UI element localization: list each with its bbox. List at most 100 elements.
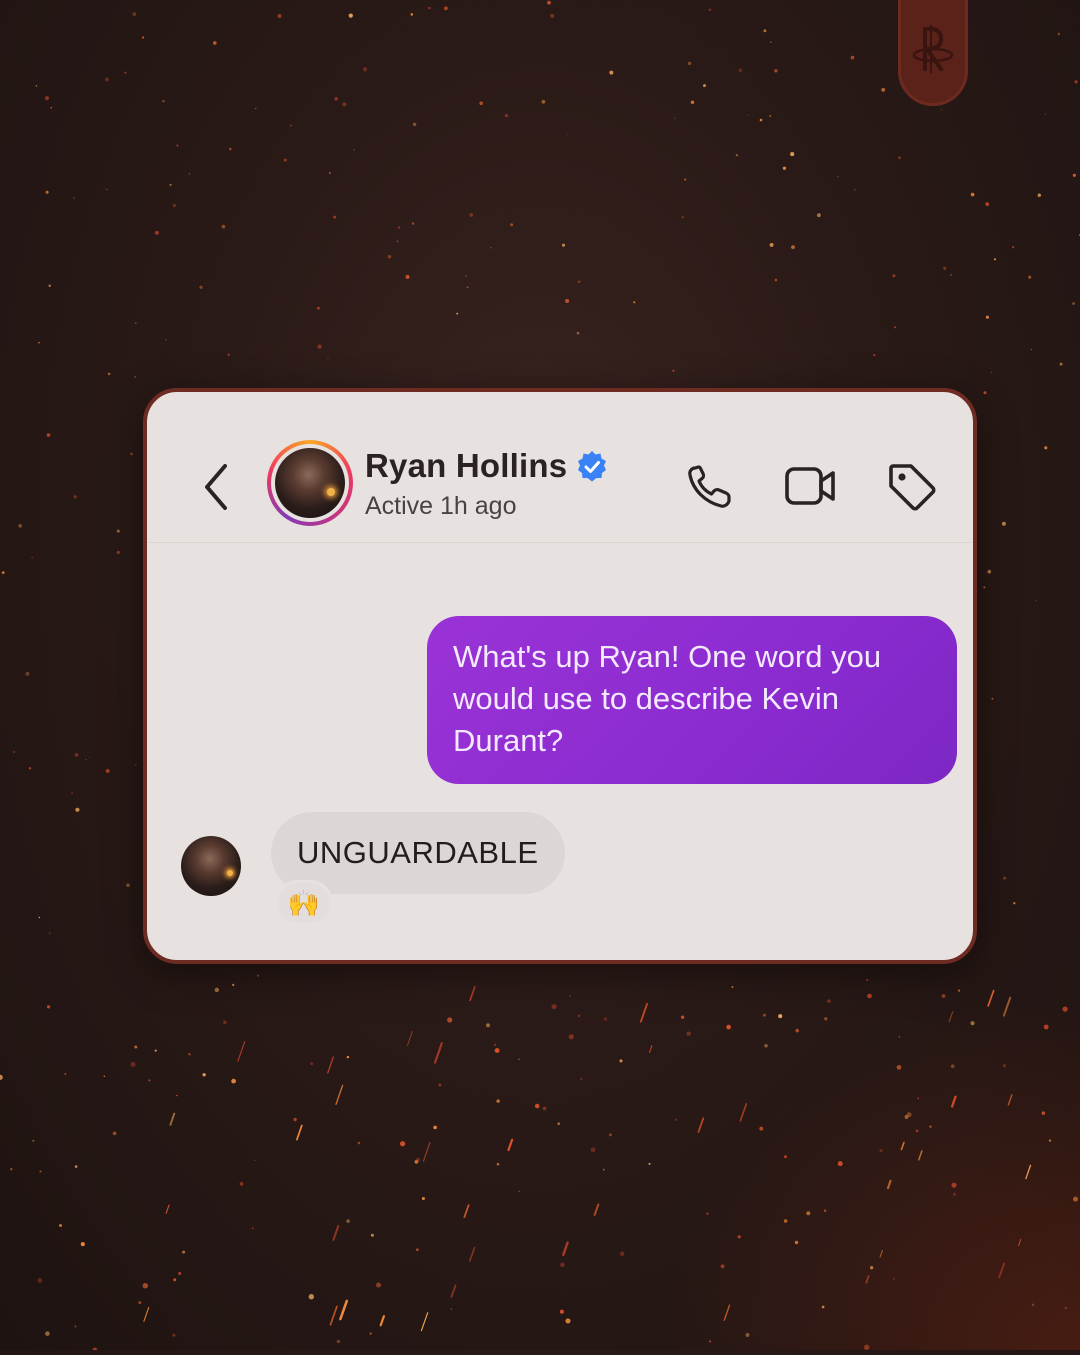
ember-particle (1002, 1064, 1007, 1068)
ember-particle (504, 114, 508, 118)
ember-particle (795, 1028, 800, 1033)
ember-particle (790, 152, 795, 157)
ember-particle (450, 1308, 453, 1310)
message-reaction[interactable]: 🙌 (275, 880, 333, 926)
ember-particle (1064, 1307, 1067, 1310)
ember-particle (138, 1301, 142, 1305)
ember-streak (886, 1179, 892, 1190)
ember-particle (774, 278, 778, 282)
ember-streak (407, 1030, 413, 1046)
ember-particle (602, 1168, 605, 1171)
ember-particle (619, 1059, 623, 1063)
ember-particle (561, 243, 566, 247)
outgoing-message-bubble[interactable]: What's up Ryan! One word you would use t… (427, 616, 957, 784)
ember-particle (333, 215, 337, 219)
ember-particle (182, 1250, 186, 1254)
phone-icon[interactable] (683, 460, 737, 514)
ember-particle (469, 213, 474, 217)
ember-streak (1018, 1238, 1022, 1247)
ember-streak (469, 1246, 476, 1262)
ember-particle (414, 1160, 419, 1164)
ember-streak (648, 1045, 653, 1054)
ember-particle (165, 339, 167, 341)
ember-particle (38, 916, 40, 919)
ember-streak (469, 986, 476, 1002)
ember-particle (342, 102, 347, 107)
ember-particle (10, 1167, 13, 1171)
ember-particle (894, 326, 897, 329)
ember-particle (1043, 1024, 1049, 1030)
ember-particle (154, 230, 159, 235)
ember-particle (32, 1139, 35, 1142)
contact-name[interactable]: Ryan Hollins (365, 447, 567, 485)
ember-particle (178, 1271, 182, 1276)
ember-particle (580, 1077, 583, 1081)
ember-particle (327, 357, 329, 359)
ember-particle (134, 1045, 138, 1049)
ember-particle (560, 1262, 565, 1268)
ember-particle (517, 1058, 520, 1061)
ember-particle (674, 1118, 678, 1121)
ember-particle (951, 1182, 957, 1188)
ember-particle (608, 1133, 612, 1137)
ember-streak (948, 1011, 954, 1023)
ember-particle (759, 118, 763, 122)
ember-particle (317, 344, 322, 349)
ember-particle (64, 1072, 67, 1076)
ember-particle (13, 750, 16, 754)
ember-particle (75, 807, 80, 812)
ember-particle (864, 1344, 870, 1350)
ember-particle (134, 763, 137, 766)
ember-particle (1041, 1111, 1046, 1115)
video-camera-icon[interactable] (783, 460, 837, 514)
ember-particle (953, 1192, 957, 1196)
ember-streak (169, 1112, 176, 1126)
ember-particle (132, 12, 137, 17)
sender-avatar[interactable] (181, 836, 241, 896)
ember-particle (703, 84, 706, 88)
ember-particle (576, 331, 580, 335)
avatar-sparkler (327, 488, 335, 496)
ember-glow (660, 990, 1080, 1350)
ember-particle (25, 671, 30, 676)
ember-particle (970, 192, 975, 197)
ember-streak (420, 1312, 429, 1332)
ember-particle (104, 77, 109, 82)
ember-particle (568, 1034, 574, 1040)
ember-particle (983, 586, 986, 589)
ember-streak (900, 1141, 905, 1151)
ember-particle (199, 285, 203, 289)
ember-particle (1057, 32, 1061, 36)
ember-particle (1074, 80, 1078, 84)
ember-particle (720, 1264, 725, 1269)
ember-particle (1003, 876, 1007, 880)
ember-particle (387, 255, 392, 259)
ember-particle (176, 144, 179, 147)
ember-particle (565, 298, 570, 304)
ember-particle (1062, 1006, 1068, 1012)
ember-particle (824, 1017, 828, 1021)
ember-particle (817, 213, 821, 218)
ember-particle (991, 371, 993, 374)
ember-particle (336, 1339, 341, 1344)
ember-particle (428, 6, 431, 10)
chevron-left-icon[interactable] (197, 462, 237, 512)
ember-particle (778, 1014, 783, 1019)
ember-particle (74, 753, 79, 757)
chat-header: Ryan Hollins Active 1h ago (147, 392, 973, 543)
ember-particle (1, 571, 5, 574)
tag-icon[interactable] (885, 460, 939, 514)
contact-avatar-story-ring[interactable] (267, 440, 353, 526)
ember-particle (254, 107, 257, 110)
ember-streak (1007, 1094, 1013, 1106)
ember-particle (873, 354, 876, 357)
ember-particle (735, 154, 739, 157)
ember-particle (904, 1115, 909, 1119)
ember-particle (609, 70, 614, 75)
ember-particle (764, 1043, 768, 1048)
ember-particle (898, 156, 901, 159)
ember-streak (879, 1249, 884, 1258)
ember-particle (551, 1004, 557, 1010)
ember-particle (116, 529, 120, 533)
ember-particle (557, 1122, 560, 1125)
